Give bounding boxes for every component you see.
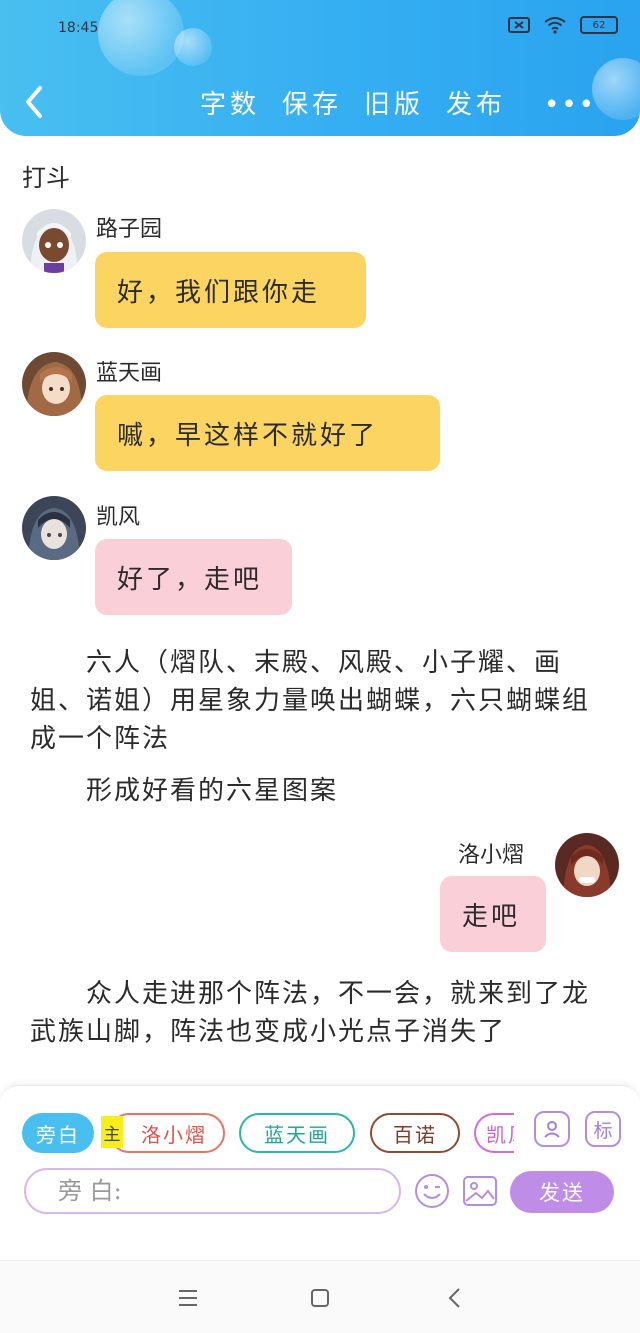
decorative-bubble [174, 28, 212, 66]
word-count-button[interactable]: 字数 [200, 84, 260, 121]
speaker-name: 路子园 [96, 217, 163, 242]
menu-icon[interactable] [173, 1283, 203, 1313]
tag-button[interactable]: 标 [585, 1111, 621, 1147]
back-button[interactable] [20, 84, 50, 120]
message-bubble[interactable]: 好，我们跟你走 [95, 252, 366, 328]
role-chip-lan-tianhua[interactable]: 蓝天画 [239, 1113, 355, 1153]
send-button[interactable]: 发送 [510, 1171, 614, 1213]
role-chip-kai-feng[interactable]: 凯风 [474, 1113, 514, 1153]
role-card-button[interactable] [534, 1111, 570, 1147]
message-bubble[interactable]: 嘁，早这样不就好了 [95, 395, 440, 471]
compose-panel: 旁白 洛小熠 主 蓝天画 百诺 凯风 标 发送 [0, 1085, 640, 1260]
role-card-icon [544, 1121, 560, 1138]
more-options-button[interactable]: ••• [544, 90, 596, 120]
header-actions: 字数 保存 旧版 发布 [200, 84, 506, 121]
battery-level: 62 [592, 19, 606, 31]
chapter-title: 打斗 [22, 164, 70, 192]
top-app-bar: 18:45 62 字数 保存 旧版 发布 ••• [0, 0, 640, 136]
image-button[interactable] [462, 1173, 498, 1209]
message-input[interactable] [24, 1168, 401, 1214]
role-chip-bai-nuo[interactable]: 百诺 [370, 1113, 460, 1153]
save-button[interactable]: 保存 [282, 84, 342, 121]
main-character-tag: 主 [101, 1116, 123, 1148]
home-square-icon[interactable] [305, 1283, 335, 1313]
narration-text[interactable]: 六人（熠队、末殿、风殿、小子耀、画姐、诺姐）用星象力量唤出蝴蝶，六只蝴蝶组成一个… [30, 644, 600, 758]
system-nav-bar [0, 1260, 640, 1333]
back-triangle-icon[interactable] [440, 1283, 470, 1313]
emoji-button[interactable] [414, 1173, 450, 1209]
wifi-icon [544, 17, 566, 34]
decorative-bubble [592, 58, 640, 120]
status-icons: 62 [508, 16, 618, 34]
decorative-bubble [98, 0, 184, 76]
battery-icon: 62 [580, 16, 618, 34]
avatar[interactable] [555, 833, 619, 897]
avatar[interactable] [22, 352, 86, 416]
avatar[interactable] [22, 209, 86, 273]
sim-off-icon [508, 17, 530, 33]
avatar-lu-ziyuan-icon [22, 209, 86, 273]
status-time: 18:45 [58, 20, 99, 36]
narration-text[interactable]: 形成好看的六星图案 [30, 772, 600, 810]
message-bubble[interactable]: 好了，走吧 [95, 539, 292, 615]
message-bubble[interactable]: 走吧 [440, 876, 546, 952]
avatar-luo-xiaoyi-icon [555, 833, 619, 897]
role-chip-narration[interactable]: 旁白 [22, 1113, 94, 1153]
tag-icon: 标 [593, 1119, 613, 1142]
speaker-name: 洛小熠 [458, 843, 525, 868]
role-chip-luo-xiaoyi[interactable]: 洛小熠 [109, 1113, 225, 1153]
publish-button[interactable]: 发布 [446, 84, 506, 121]
speaker-name: 凯风 [96, 505, 141, 530]
old-version-button[interactable]: 旧版 [364, 84, 424, 121]
avatar-kai-feng-icon [22, 496, 86, 560]
avatar[interactable] [22, 496, 86, 560]
narration-text[interactable]: 众人走进那个阵法，不一会，就来到了龙武族山脚，阵法也变成小光点子消失了 [30, 975, 600, 1051]
avatar-lan-tianhua-icon [22, 352, 86, 416]
speaker-name: 蓝天画 [96, 361, 163, 386]
